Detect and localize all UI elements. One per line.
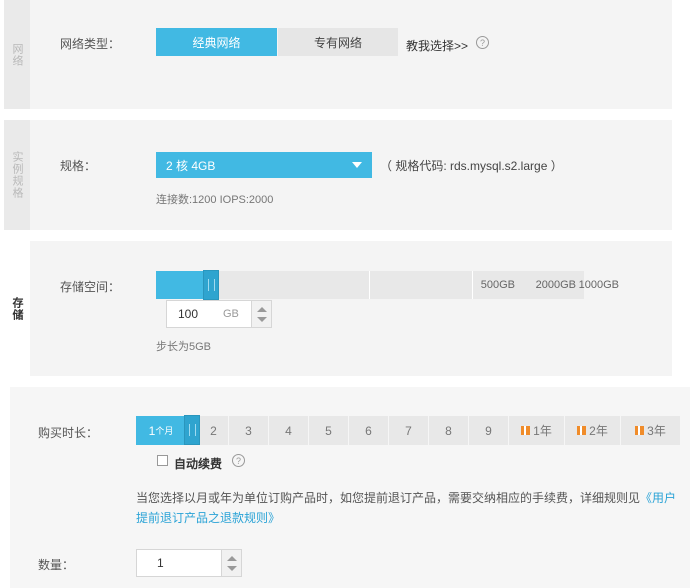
- storage-section-tab: 存储: [4, 241, 30, 376]
- duration-option-1-main: 1: [148, 423, 156, 438]
- duration-option-2-year-label: 2年: [589, 424, 608, 438]
- gift-icon: [521, 426, 531, 435]
- duration-option-3-year[interactable]: 3年: [620, 416, 680, 445]
- duration-option-3[interactable]: 3: [228, 416, 268, 445]
- refund-notice: 当您选择以月或年为单位订购产品时，如您提前退订产品，需要交纳相应的手续费，详细规…: [136, 488, 684, 528]
- storage-step-note: 步长为5GB: [156, 341, 212, 353]
- duration-option-5[interactable]: 5: [308, 416, 348, 445]
- duration-option-1-month[interactable]: 1 个月: [136, 416, 186, 445]
- storage-slider-track[interactable]: 500GB 1000GB 2000GB: [156, 271, 619, 299]
- stepper-up-icon[interactable]: [257, 307, 267, 312]
- duration-option-7[interactable]: 7: [388, 416, 428, 445]
- quantity-input[interactable]: 1: [136, 549, 242, 577]
- storage-section: 存储: [4, 241, 672, 376]
- classic-network-button[interactable]: 经典网络: [156, 28, 277, 56]
- auto-renew-label[interactable]: 自动续费: [174, 455, 222, 472]
- duration-option-4[interactable]: 4: [268, 416, 308, 445]
- refund-notice-text: 当您选择以月或年为单位订购产品时，如您提前退订产品，需要交纳相应的手续费，详细规…: [136, 491, 641, 505]
- vpc-network-button[interactable]: 专有网络: [278, 28, 398, 56]
- chevron-down-icon: [352, 162, 362, 168]
- network-type-label: 网络类型：: [60, 37, 121, 51]
- spec-section-tab: 实例规格: [4, 120, 30, 230]
- storage-tick-2000: 2000GB: [472, 271, 584, 299]
- duration-option-1-year-label: 1年: [533, 424, 552, 438]
- gift-icon: [635, 426, 645, 435]
- network-section-tab: 网络: [4, 0, 30, 109]
- rds-purchase-form: 网络 网络类型： 经典网络 专有网络 教我选择>> ? 实例规格 规格： 2 核…: [0, 0, 700, 588]
- help-question-icon[interactable]: ?: [232, 454, 245, 467]
- storage-label: 存储空间：: [60, 280, 121, 294]
- duration-option-9[interactable]: 9: [468, 416, 508, 445]
- storage-stepper[interactable]: [251, 301, 271, 327]
- duration-option-1-year[interactable]: 1年: [508, 416, 564, 445]
- stepper-down-icon[interactable]: [257, 317, 267, 322]
- help-question-icon[interactable]: ?: [476, 36, 489, 49]
- spec-code-text: （ 规格代码: rds.mysql.s2.large ）: [380, 159, 563, 173]
- duration-label: 购买时长：: [38, 426, 99, 440]
- gift-icon: [577, 426, 587, 435]
- quantity-value: 1: [157, 556, 164, 570]
- storage-value-input[interactable]: 100 GB: [166, 300, 272, 328]
- duration-option-2-year[interactable]: 2年: [564, 416, 620, 445]
- spec-label: 规格：: [60, 159, 97, 173]
- stepper-up-icon[interactable]: [227, 556, 237, 561]
- storage-slider-handle[interactable]: [203, 270, 219, 300]
- duration-option-2[interactable]: 2: [198, 416, 228, 445]
- quantity-label: 数量：: [38, 558, 75, 572]
- storage-unit: GB: [223, 308, 239, 320]
- duration-option-1-unit: 个月: [155, 426, 174, 436]
- auto-renew-checkbox[interactable]: [157, 455, 168, 466]
- duration-slider-handle[interactable]: [184, 415, 200, 445]
- duration-option-6[interactable]: 6: [348, 416, 388, 445]
- duration-slider[interactable]: 1 个月 2 3 4 5 6 7 8 9 1年 2年 3年: [136, 416, 680, 445]
- storage-value: 100: [178, 307, 199, 321]
- spec-select[interactable]: 2 核 4GB: [156, 152, 372, 178]
- spec-select-value: 2 核 4GB: [166, 158, 216, 173]
- quantity-stepper[interactable]: [221, 550, 241, 576]
- duration-option-3-year-label: 3年: [647, 424, 666, 438]
- duration-option-8[interactable]: 8: [428, 416, 468, 445]
- spec-detail-text: 连接数:1200 IOPS:2000: [156, 194, 274, 206]
- stepper-down-icon[interactable]: [227, 566, 237, 571]
- help-me-choose-link[interactable]: 教我选择>>: [406, 37, 468, 54]
